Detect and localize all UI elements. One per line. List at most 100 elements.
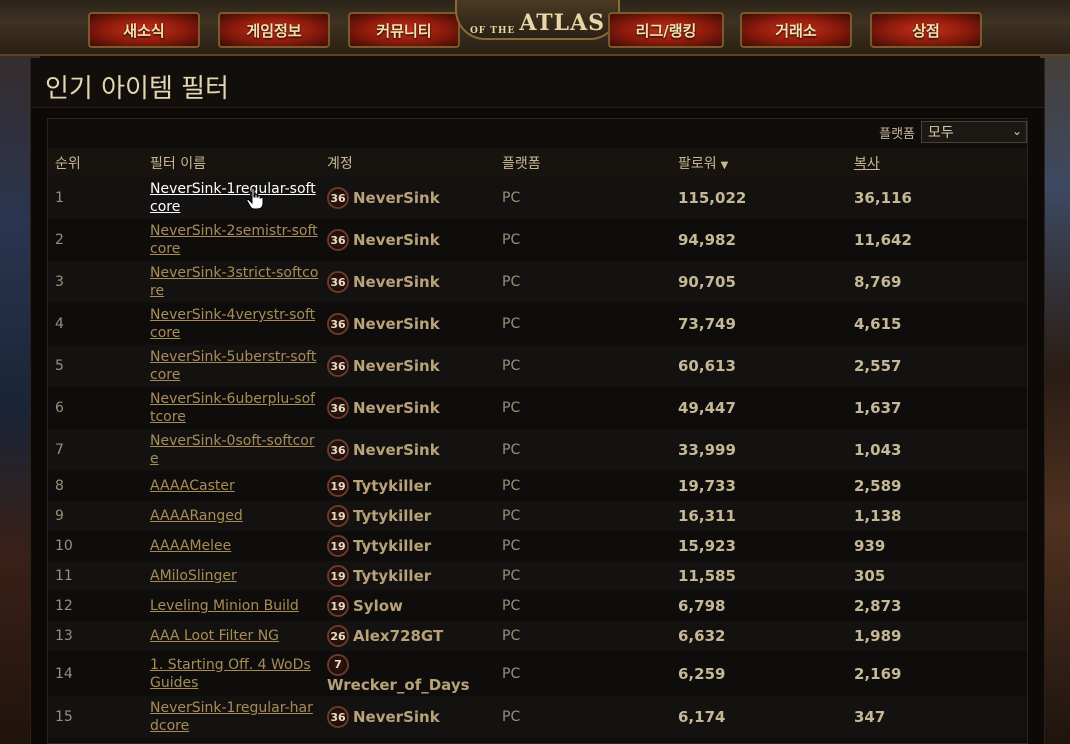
- row-copies: 939: [847, 531, 1027, 561]
- row-rank: 13: [48, 621, 143, 651]
- filter-name-link[interactable]: Leveling Minion Build: [150, 597, 299, 615]
- account-link[interactable]: 26 Alex728GT: [327, 625, 443, 647]
- row-platform: PC: [495, 501, 671, 531]
- filter-name-link[interactable]: NeverSink-1regular-softcore: [150, 180, 320, 216]
- account-name: NeverSink: [353, 357, 440, 375]
- table-row: 7 NeverSink-0soft-softcore 36 NeverSink PC 33…: [48, 429, 1027, 471]
- row-rank: 9: [48, 501, 143, 531]
- top-navigation: 새소식 게임정보 커뮤니티 OF THE ATLAS 리그/랭킹 거래소 상점: [0, 0, 1070, 56]
- row-filter-cell: AMiloSlinger: [143, 561, 320, 591]
- account-link[interactable]: 36 NeverSink: [327, 706, 440, 728]
- level-badge-icon: 19: [327, 565, 349, 587]
- filter-name-link[interactable]: NeverSink-1regular-hardcore: [150, 699, 320, 735]
- account-link[interactable]: 36 NeverSink: [327, 439, 440, 461]
- nav-shop[interactable]: 상점: [870, 12, 982, 48]
- row-copies: 1,989: [847, 621, 1027, 651]
- row-platform: PC: [495, 621, 671, 651]
- table-row: 3 NeverSink-3strict-softcore 36 NeverSink PC…: [48, 261, 1027, 303]
- filter-name-link[interactable]: AAA Loot Filter NG: [150, 627, 279, 645]
- row-filter-cell: NeverSink-3strict-softcore: [143, 261, 320, 303]
- nav-game-info[interactable]: 게임정보: [218, 12, 330, 48]
- nav-news[interactable]: 새소식: [88, 12, 200, 48]
- filter-name-link[interactable]: 1. Starting Off. 4 WoDs Guides: [150, 656, 320, 692]
- account-link[interactable]: 19 Sylow: [327, 595, 403, 617]
- account-link[interactable]: 7 Wrecker_of_Days: [327, 653, 470, 694]
- filter-name-link[interactable]: NeverSink-2semistr-softcore: [150, 222, 320, 258]
- account-link[interactable]: 36 NeverSink: [327, 271, 440, 293]
- sort-desc-icon: ▼: [720, 159, 729, 171]
- row-platform: PC: [495, 531, 671, 561]
- row-copies: 8,769: [847, 261, 1027, 303]
- account-link[interactable]: 36 NeverSink: [327, 229, 440, 251]
- row-followers: 6,174: [671, 696, 847, 738]
- filter-name-link[interactable]: AAAACaster: [150, 477, 235, 495]
- level-badge-icon: 19: [327, 535, 349, 557]
- filter-name-link[interactable]: NeverSink-0soft-softcore: [150, 432, 320, 468]
- row-account-cell: 19 Tytykiller: [320, 471, 495, 501]
- table-row: 2 NeverSink-2semistr-softcore 36 NeverSink P…: [48, 219, 1027, 261]
- account-link[interactable]: 19 Tytykiller: [327, 505, 431, 527]
- account-link[interactable]: 19 Tytykiller: [327, 535, 431, 557]
- col-copies[interactable]: 복사: [847, 148, 1027, 177]
- row-followers: 11,585: [671, 561, 847, 591]
- filter-name-link[interactable]: NeverSink-4verystr-softcore: [150, 306, 320, 342]
- filter-name-link[interactable]: AAAAMelee: [150, 537, 231, 555]
- level-badge-icon: 19: [327, 475, 349, 497]
- account-link[interactable]: 19 Tytykiller: [327, 565, 431, 587]
- account-name: NeverSink: [353, 231, 440, 249]
- row-filter-cell: NeverSink-2semistr-softcore: [143, 219, 320, 261]
- game-logo[interactable]: OF THE ATLAS: [455, 0, 620, 40]
- table-row: 9 AAAARanged 19 Tytykiller PC 16,311 1,138: [48, 501, 1027, 531]
- platform-filter-label: 플랫폼: [879, 126, 915, 142]
- row-platform: PC: [495, 429, 671, 471]
- nav-league-ranking[interactable]: 리그/랭킹: [608, 12, 724, 48]
- filter-name-link[interactable]: NeverSink-3strict-softcore: [150, 264, 320, 300]
- row-followers: 6,259: [671, 651, 847, 696]
- account-link[interactable]: 36 NeverSink: [327, 313, 440, 335]
- table-row: 6 NeverSink-6uberplu-softcore 36 NeverSink P…: [48, 387, 1027, 429]
- filter-name-link[interactable]: NeverSink-5uberstr-softcore: [150, 348, 320, 384]
- row-followers: 33,999: [671, 429, 847, 471]
- row-account-cell: 36 NeverSink: [320, 696, 495, 738]
- account-link[interactable]: 19 Tytykiller: [327, 475, 431, 497]
- account-link[interactable]: 36 NeverSink: [327, 355, 440, 377]
- main-panel: 인기 아이템 필터 플랫폼 모두 ⌄ 순위 필터 이름 계정 플랫폼 팔로워 ▼ …: [30, 58, 1045, 744]
- platform-filter: 플랫폼 모두 ⌄: [879, 121, 1027, 143]
- row-account-cell: 19 Sylow: [320, 591, 495, 621]
- row-rank: 4: [48, 303, 143, 345]
- table-row: 11 AMiloSlinger 19 Tytykiller PC 11,585 305: [48, 561, 1027, 591]
- account-name: Tytykiller: [353, 507, 432, 525]
- nav-community[interactable]: 커뮤니티: [348, 12, 460, 48]
- row-rank: 5: [48, 345, 143, 387]
- account-name: NeverSink: [353, 189, 440, 207]
- title-bar: 인기 아이템 필터: [31, 58, 1044, 108]
- filter-name-link[interactable]: AAAARanged: [150, 507, 243, 525]
- row-rank: 10: [48, 531, 143, 561]
- row-platform: PC: [495, 345, 671, 387]
- account-name: Tytykiller: [353, 537, 432, 555]
- col-followers[interactable]: 팔로워 ▼: [671, 148, 847, 177]
- account-link[interactable]: 36 NeverSink: [327, 187, 440, 209]
- account-name: Sylow: [353, 597, 403, 615]
- filter-table: 순위 필터 이름 계정 플랫폼 팔로워 ▼ 복사 1 NeverSink-1regu…: [48, 148, 1027, 738]
- row-followers: 15,923: [671, 531, 847, 561]
- account-link[interactable]: 36 NeverSink: [327, 397, 440, 419]
- col-rank: 순위: [48, 148, 143, 177]
- row-platform: PC: [495, 387, 671, 429]
- level-badge-icon: 36: [327, 706, 349, 728]
- platform-select-value: 모두: [928, 125, 954, 141]
- logo-text: ATLAS: [519, 10, 606, 36]
- filter-name-link[interactable]: NeverSink-6uberplu-softcore: [150, 390, 320, 426]
- table-row: 5 NeverSink-5uberstr-softcore 36 NeverSink P…: [48, 345, 1027, 387]
- level-badge-icon: 19: [327, 595, 349, 617]
- row-copies: 11,642: [847, 219, 1027, 261]
- account-name: NeverSink: [353, 273, 440, 291]
- platform-select[interactable]: 모두 ⌄: [921, 121, 1027, 143]
- table-row: 13 AAA Loot Filter NG 26 Alex728GT PC 6,632 1,…: [48, 621, 1027, 651]
- filter-list-content: 플랫폼 모두 ⌄ 순위 필터 이름 계정 플랫폼 팔로워 ▼ 복사 1 Neve…: [47, 118, 1028, 744]
- row-copies: 2,169: [847, 651, 1027, 696]
- row-followers: 73,749: [671, 303, 847, 345]
- nav-trade[interactable]: 거래소: [740, 12, 852, 48]
- row-account-cell: 36 NeverSink: [320, 177, 495, 219]
- filter-name-link[interactable]: AMiloSlinger: [150, 567, 237, 585]
